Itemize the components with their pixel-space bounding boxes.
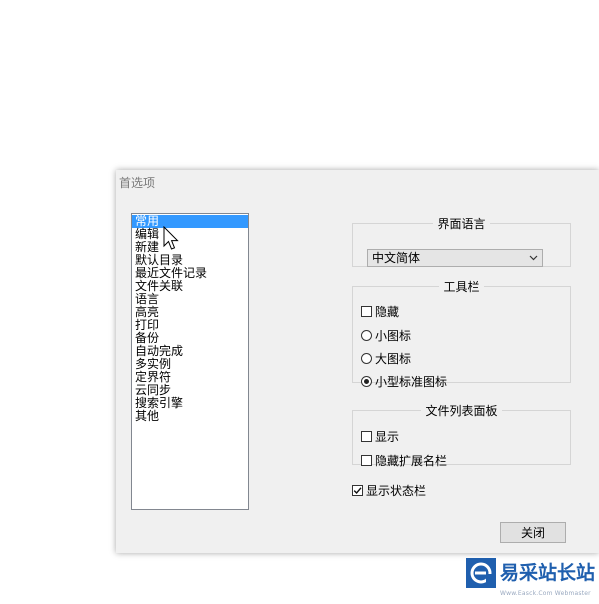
language-legend: 界面语言 — [437, 217, 486, 231]
file-panel-show-label: 显示 — [375, 430, 400, 444]
status-bar-label: 显示状态栏 — [366, 484, 427, 498]
toolbar-legend: 工具栏 — [443, 280, 480, 294]
status-bar-checkbox[interactable] — [352, 485, 363, 496]
file-panel-legend: 文件列表面板 — [425, 404, 498, 418]
toolbar-small-standard-option[interactable]: 小型标准图标 — [361, 373, 447, 390]
toolbar-small-icon-option[interactable]: 小图标 — [361, 327, 411, 344]
dialog-title: 首选项 — [119, 176, 156, 190]
small-standard-label: 小型标准图标 — [375, 375, 448, 389]
large-icon-label: 大图标 — [375, 352, 412, 366]
file-panel-show-checkbox[interactable] — [361, 431, 372, 442]
site-logo-icon — [466, 557, 496, 588]
large-icon-radio[interactable] — [361, 353, 372, 364]
site-watermark: 易采站长站 Www.Easck.Com Webmaster — [464, 555, 599, 597]
mouse-cursor-icon — [163, 226, 179, 250]
small-icon-radio[interactable] — [361, 330, 372, 341]
category-list[interactable]: 常用 编辑 新建 默认目录 最近文件记录 文件关联 语言 高亮 打印 备份 自动… — [131, 213, 249, 510]
language-select[interactable]: 中文简体 — [367, 249, 543, 267]
preferences-dialog: 首选项 常用 编辑 新建 默认目录 最近文件记录 文件关联 语言 高亮 打印 备… — [116, 170, 599, 553]
small-icon-label: 小图标 — [375, 329, 412, 343]
watermark-text: 易采站长站 Www.Easck.Com Webmaster — [500, 561, 596, 597]
hide-extension-option[interactable]: 隐藏扩展名栏 — [361, 452, 447, 469]
toolbar-large-icon-option[interactable]: 大图标 — [361, 350, 411, 367]
check-icon — [353, 487, 362, 495]
hide-extension-label: 隐藏扩展名栏 — [375, 454, 448, 468]
status-bar-option[interactable]: 显示状态栏 — [352, 482, 426, 499]
toolbar-hide-option[interactable]: 隐藏 — [361, 303, 399, 320]
file-panel-show-option[interactable]: 显示 — [361, 428, 399, 445]
small-standard-radio[interactable] — [361, 376, 372, 387]
hide-extension-checkbox[interactable] — [361, 455, 372, 466]
toolbar-hide-checkbox[interactable] — [361, 306, 372, 317]
toolbar-hide-label: 隐藏 — [375, 305, 400, 319]
file-panel-group: 文件列表面板 显示 隐藏扩展名栏 — [352, 402, 571, 468]
watermark-title: 易采站长站 — [500, 561, 596, 584]
watermark-subtitle: Www.Easck.Com Webmaster — [500, 589, 591, 597]
language-group: 界面语言 中文简体 — [352, 215, 571, 267]
language-select-value: 中文简体 — [372, 251, 421, 265]
toolbar-group: 工具栏 隐藏 小图标 大图标 小型标准图标 — [352, 278, 571, 389]
close-button[interactable]: 关闭 — [500, 522, 566, 543]
chevron-down-icon — [529, 255, 538, 261]
category-item[interactable]: 其他 — [132, 410, 248, 423]
